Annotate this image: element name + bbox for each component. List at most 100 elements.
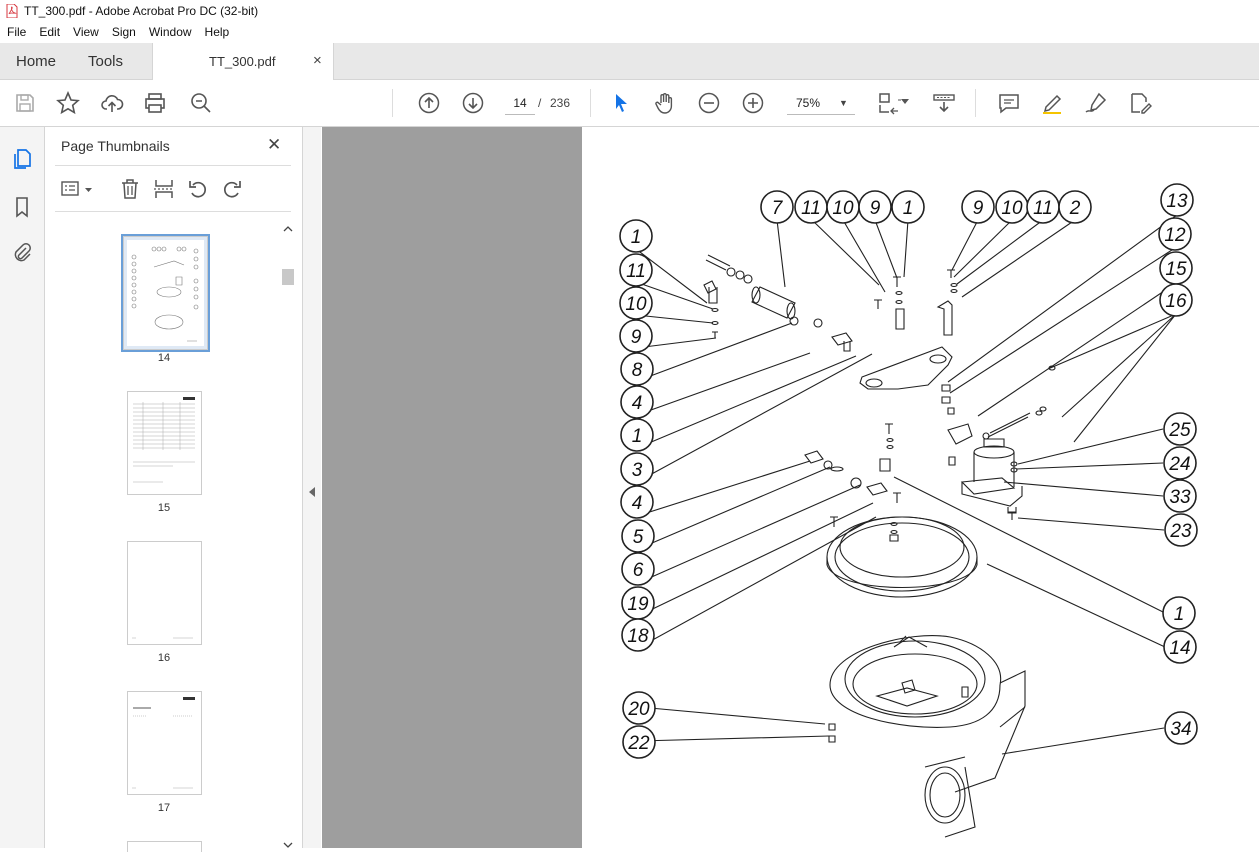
thumbnail-page-next[interactable]	[127, 841, 202, 852]
zoom-in-icon[interactable]	[741, 91, 765, 115]
callout-label: 7	[772, 198, 784, 219]
menu-help[interactable]: Help	[198, 25, 236, 39]
save-icon[interactable]	[13, 91, 37, 115]
edit-pdf-icon[interactable]	[1128, 91, 1152, 115]
callout-23: 23	[1164, 513, 1198, 547]
rotate-ccw-icon[interactable]	[187, 178, 209, 200]
hand-tool-icon[interactable]	[653, 91, 677, 115]
menu-edit[interactable]: Edit	[32, 25, 66, 39]
callout-14: 14	[1163, 630, 1197, 664]
thumbnail-options-icon[interactable]	[60, 178, 94, 200]
callout-label: 22	[627, 733, 650, 754]
callout-label: 10	[1001, 198, 1023, 219]
tab-document[interactable]: TT_300.pdf ×	[152, 43, 334, 80]
page-number-input[interactable]: 14	[505, 92, 535, 115]
document-viewer[interactable]: 7 11 10 9 1 9 10 11 2 13 12 15 16 1 11 10 9 8 4 1 3 4 5 6 19 18 25…	[322, 127, 1259, 848]
callout-label: 24	[1168, 454, 1190, 475]
page-separator: /	[538, 96, 542, 110]
menu-file[interactable]: File	[0, 25, 32, 39]
tab-close-icon[interactable]: ×	[313, 52, 322, 69]
menu-view[interactable]: View	[66, 25, 105, 39]
print-icon[interactable]	[143, 91, 167, 115]
callout-label: 19	[627, 594, 649, 615]
callout-label: 11	[1033, 198, 1053, 219]
menu-sign[interactable]: Sign	[105, 25, 142, 39]
callout-8: 8	[620, 352, 654, 386]
zoom-select[interactable]: 75% ▼	[787, 92, 855, 115]
callout-label: 11	[626, 261, 646, 282]
callout-label: 16	[1165, 291, 1187, 312]
zoom-out-icon[interactable]	[697, 91, 721, 115]
zoom-value: 75%	[796, 96, 821, 110]
menu-window[interactable]: Window	[142, 25, 198, 39]
close-icon[interactable]: ✕	[267, 135, 281, 155]
callout-label: 10	[625, 294, 647, 315]
select-cursor-icon[interactable]	[609, 91, 633, 115]
scroll-mode-icon[interactable]	[932, 91, 956, 115]
callout-label: 18	[627, 626, 649, 647]
previous-page-icon[interactable]	[417, 91, 441, 115]
tab-tools[interactable]: Tools	[88, 53, 123, 70]
callout-label: 1	[631, 227, 642, 248]
callout-10: 10	[619, 286, 653, 320]
chevron-down-icon[interactable]	[901, 99, 909, 105]
menu-bar: File Edit View Sign Window Help	[0, 22, 1259, 42]
sign-icon[interactable]	[1084, 91, 1108, 115]
page-fit-icon[interactable]	[877, 91, 901, 115]
callout-label: 13	[1166, 191, 1188, 212]
thumbnails-scrollbar[interactable]	[281, 223, 295, 848]
panel-collapse-handle[interactable]	[303, 127, 321, 848]
tab-bar: Home Tools TT_300.pdf ×	[0, 43, 1259, 80]
zoom-search-icon[interactable]	[189, 91, 213, 115]
tab-document-label: TT_300.pdf	[209, 54, 276, 69]
delete-icon[interactable]	[119, 178, 141, 200]
callout-9: 9	[961, 190, 995, 224]
callout-label: 5	[633, 527, 644, 548]
star-icon[interactable]	[56, 90, 80, 115]
callout-11: 11	[1026, 190, 1060, 224]
highlight-pen-icon[interactable]	[1040, 91, 1064, 115]
window-title: TT_300.pdf - Adobe Acrobat Pro DC (32-bi…	[24, 4, 259, 18]
upload-cloud-icon[interactable]	[100, 91, 124, 115]
callout-label: 2	[1069, 198, 1081, 219]
thumbnail-page-number: 14	[157, 352, 171, 364]
callout-label: 4	[632, 493, 643, 514]
chevron-down-icon: ▼	[839, 98, 848, 108]
callout-2: 2	[1058, 190, 1092, 224]
thumbnail-page-17[interactable]	[127, 691, 202, 795]
exploded-parts-diagram: 7 11 10 9 1 9 10 11 2 131215161111098413456191825…	[619, 183, 1198, 838]
bookmark-icon[interactable]	[10, 195, 34, 219]
pdf-page: 7 11 10 9 1 9 10 11 2 13 12 15 16 1 11 10 9 8 4 1 3 4 5 6 19 18 25…	[582, 127, 1259, 848]
callout-11: 11	[619, 253, 653, 287]
divider	[55, 165, 291, 166]
comment-icon[interactable]	[997, 91, 1021, 115]
thumbnail-page-14[interactable]	[121, 234, 210, 352]
page-preview	[132, 637, 193, 639]
tab-home[interactable]: Home	[16, 53, 56, 70]
callout-4: 4	[620, 485, 654, 519]
thumbnail-page-16[interactable]	[127, 541, 202, 645]
callout-13: 13	[1160, 183, 1194, 217]
next-page-icon[interactable]	[461, 91, 485, 115]
page-thumbnails-icon[interactable]	[10, 147, 34, 171]
callout-label: 20	[627, 699, 650, 720]
callout-label: 25	[1168, 420, 1191, 441]
callout-label: 12	[1164, 225, 1186, 246]
callout-label: 1	[632, 426, 643, 447]
thumbnail-page-number: 17	[157, 802, 171, 814]
callout-5: 5	[621, 519, 655, 553]
callout-10: 10	[995, 190, 1029, 224]
insert-page-icon[interactable]	[153, 178, 175, 200]
rotate-cw-icon[interactable]	[221, 178, 243, 200]
main-toolbar	[0, 80, 1259, 127]
callout-label: 4	[632, 393, 643, 414]
callout-label: 1	[903, 198, 914, 219]
callout-11: 11	[794, 190, 828, 224]
thumbnail-page-15[interactable]	[127, 391, 202, 495]
attachment-icon[interactable]	[10, 241, 34, 265]
pdf-file-icon	[6, 4, 18, 18]
callout-19: 19	[621, 586, 655, 620]
callout-label: 1	[1174, 604, 1185, 625]
callout-label: 3	[632, 460, 643, 481]
callout-15: 15	[1159, 251, 1193, 285]
